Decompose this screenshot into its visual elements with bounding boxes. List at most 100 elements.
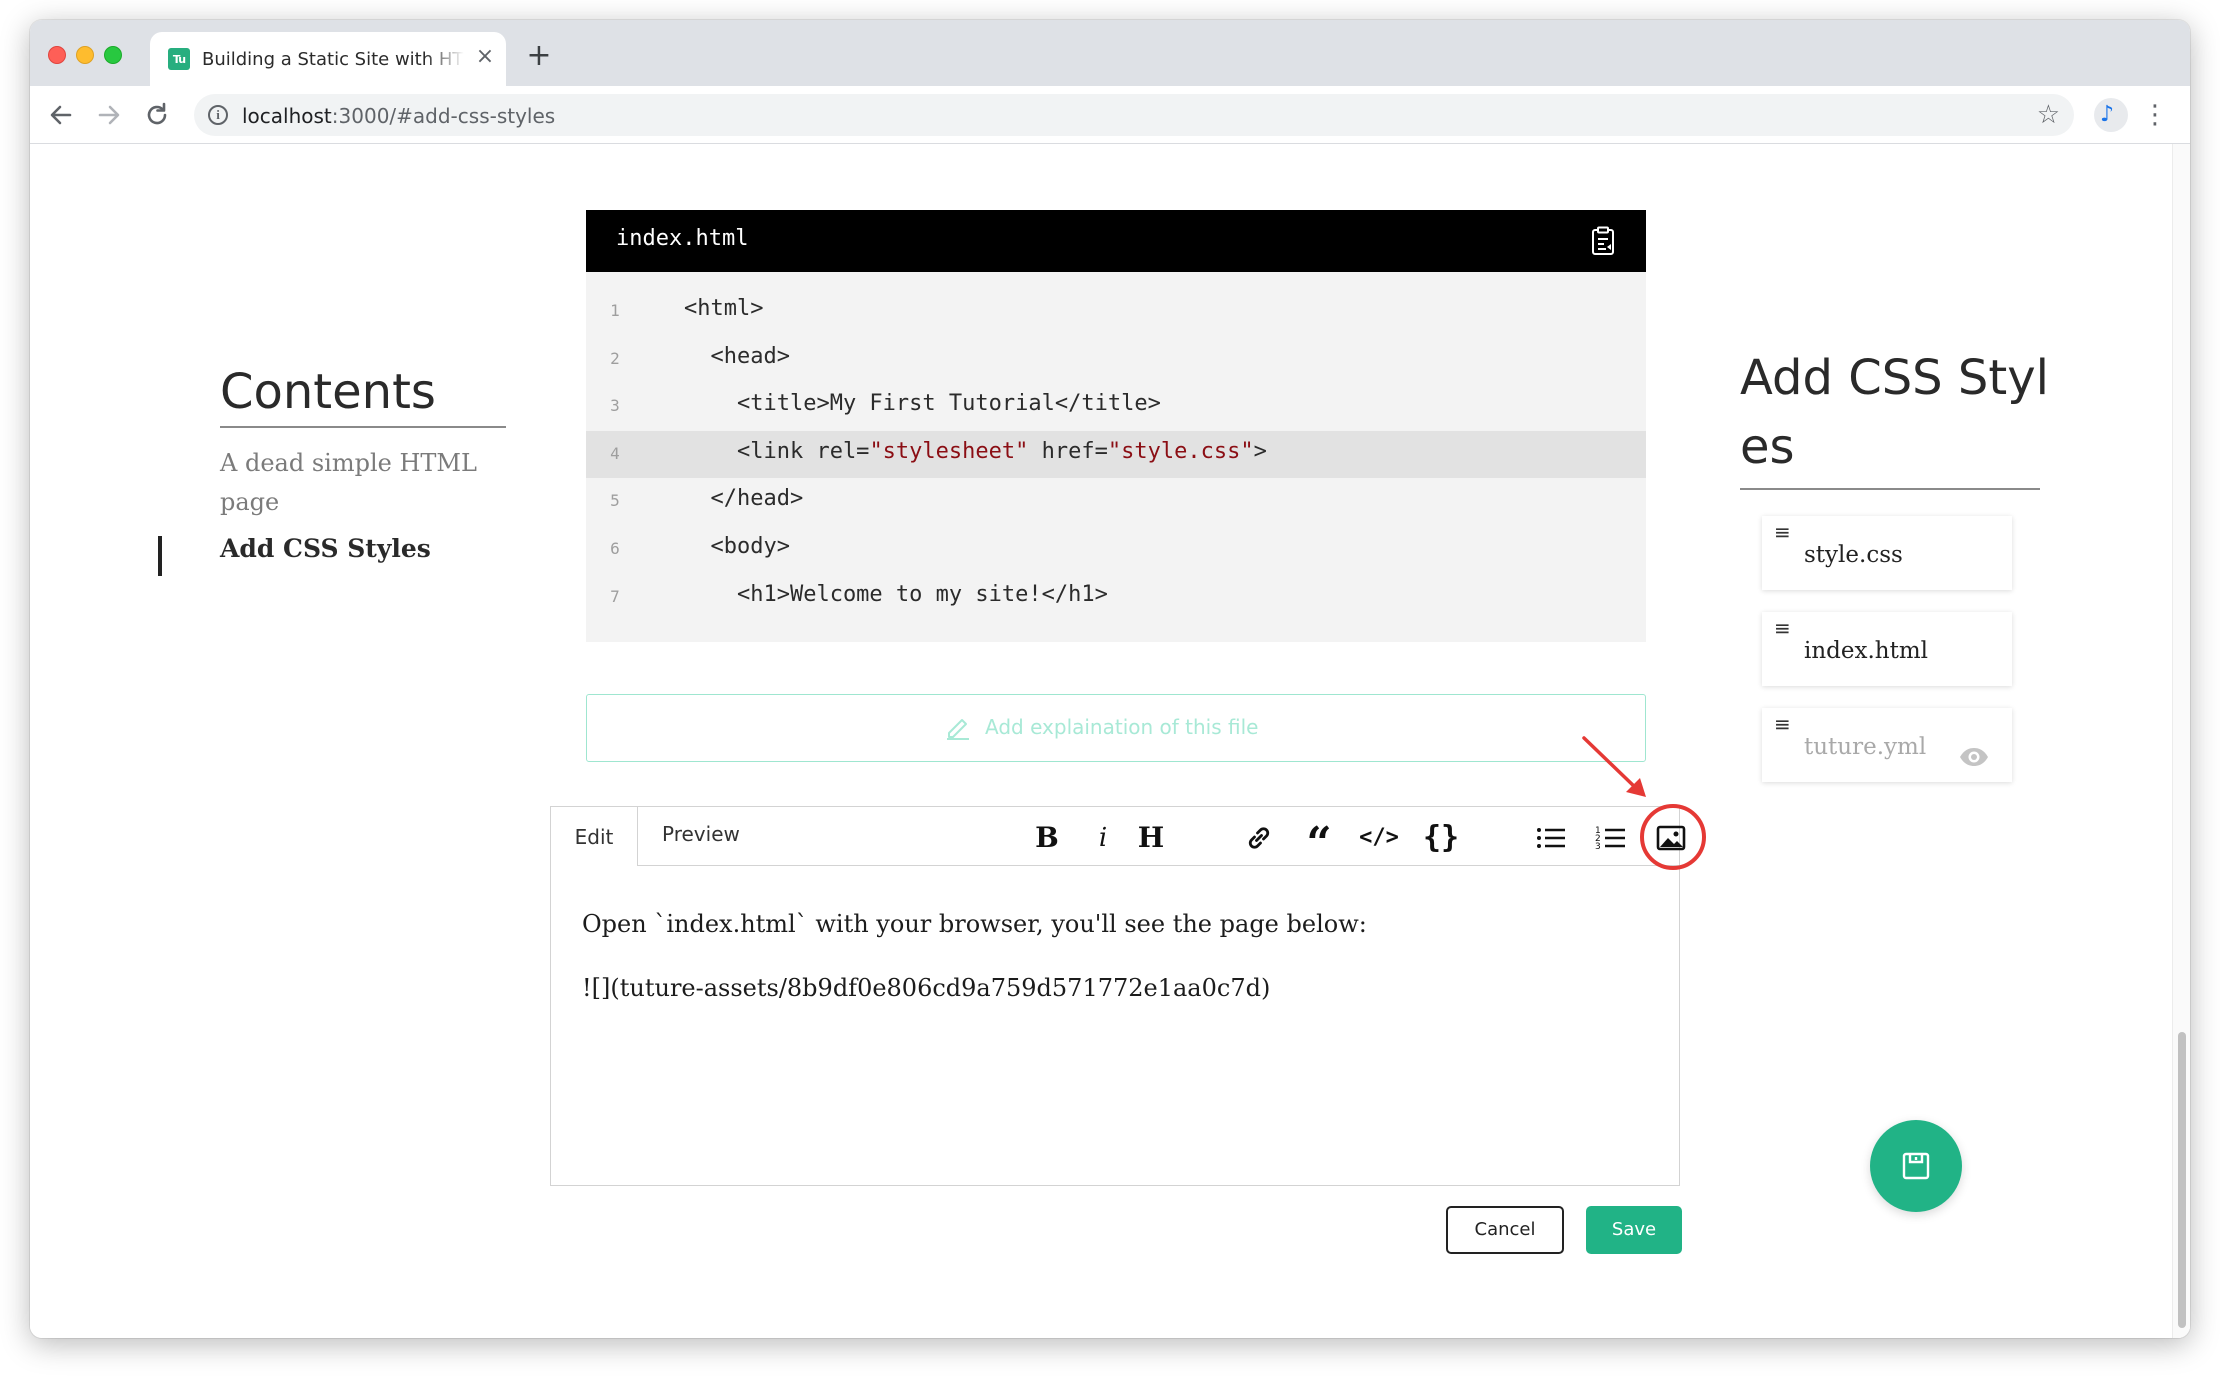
code-token: <html> [684, 296, 764, 321]
bookmark-star-icon[interactable]: ☆ [2037, 100, 2060, 130]
pencil-icon [943, 711, 973, 741]
code-token: > [1253, 438, 1267, 464]
browser-menu-icon[interactable]: ⋮ [2142, 100, 2168, 130]
file-name: tuture.yml [1804, 734, 1927, 760]
floating-save-button[interactable] [1870, 1120, 1962, 1212]
bulleted-list-icon [1537, 828, 1565, 848]
add-explanation-placeholder: Add explaination of this file [985, 715, 1259, 739]
italic-button[interactable]: i [1082, 814, 1124, 862]
profile-glyph: ♪ [2100, 102, 2115, 127]
bold-button[interactable]: B [1026, 814, 1068, 862]
file-card-style-css[interactable]: ≡ style.css [1762, 516, 2012, 590]
contents-divider [220, 426, 506, 428]
code-line: 2 <head> [586, 336, 1646, 384]
numbered-list-button[interactable]: 123 [1590, 814, 1632, 862]
cancel-button[interactable]: Cancel [1446, 1206, 1564, 1254]
file-card-tuture-yml[interactable]: ≡ tuture.yml [1762, 708, 2012, 782]
toc-item-add-css-styles[interactable]: Add CSS Styles [220, 534, 431, 563]
profile-avatar-icon[interactable]: ♪ [2094, 98, 2128, 132]
editor-line: Open `index.html` with your browser, you… [582, 910, 1367, 938]
line-number: 3 [610, 396, 620, 416]
window-maximize-button[interactable] [104, 46, 122, 64]
browser-tab[interactable]: Tu Building a Static Site with HTML × [150, 32, 506, 86]
code-line: 5 </head> [586, 478, 1646, 526]
code-line: 7 <h1>Welcome to my site!</h1> [586, 574, 1646, 622]
new-tab-button[interactable]: + [524, 41, 554, 72]
tab-strip: Tu Building a Static Site with HTML × + [30, 20, 2190, 86]
browser-toolbar: i localhost:3000/#add-css-styles ☆ ♪ ⋮ [30, 86, 2190, 144]
eye-icon[interactable] [1958, 746, 1990, 768]
code-token: <head> [684, 343, 790, 369]
code-token: <body> [684, 533, 790, 559]
close-tab-icon[interactable]: × [472, 44, 498, 70]
forward-arrow-icon[interactable] [92, 98, 126, 132]
add-explanation-box[interactable]: Add explaination of this file [586, 694, 1646, 762]
annotation-arrow-icon [1582, 736, 1646, 797]
code-string: "style.css" [1107, 438, 1254, 464]
code-token: </head> [684, 486, 804, 512]
code-text: <head> [684, 343, 790, 369]
save-disk-icon [1902, 1152, 1930, 1180]
step-files-divider [1740, 488, 2040, 490]
line-number: 5 [610, 491, 620, 511]
code-token: <title>My First Tutorial</title> [684, 391, 1161, 417]
back-arrow-icon[interactable] [44, 98, 78, 132]
toc-active-marker [158, 536, 162, 576]
code-token: <h1>Welcome to my site!</h1> [684, 581, 1108, 607]
code-line: 1 <html> [586, 288, 1646, 336]
browser-window: Tu Building a Static Site with HTML × + … [30, 20, 2190, 1338]
tab-preview[interactable]: Preview [662, 806, 740, 866]
code-text: <title>My First Tutorial</title> [684, 391, 1161, 416]
line-number: 7 [610, 586, 620, 606]
tab-edit[interactable]: Edit [550, 806, 638, 866]
code-line: 4 <link rel="stylesheet" href="style.css… [586, 430, 1646, 479]
code-text: </head> [684, 486, 803, 511]
window-minimize-button[interactable] [76, 46, 94, 64]
code-line: 6 <body> [586, 526, 1646, 574]
code-token: href= [1028, 438, 1108, 464]
link-icon [1248, 827, 1270, 849]
code-text: <h1>Welcome to my site!</h1> [684, 582, 1108, 607]
code-text: <body> [684, 533, 790, 559]
line-number: 2 [610, 348, 620, 368]
window-close-button[interactable] [48, 46, 66, 64]
bulleted-list-button[interactable] [1530, 814, 1572, 862]
scrollbar-thumb[interactable] [2178, 1032, 2186, 1328]
url-path: :3000/#add-css-styles [331, 104, 556, 128]
code-text: <link rel="stylesheet" href="style.css"> [684, 439, 1267, 464]
address-bar[interactable]: i localhost:3000/#add-css-styles ☆ [194, 94, 2074, 136]
toc-item-html-page[interactable]: A dead simple HTML page [220, 444, 510, 522]
site-info-icon[interactable]: i [208, 105, 228, 125]
markdown-textarea[interactable]: Open `index.html` with your browser, you… [582, 892, 1662, 1020]
save-button[interactable]: Save [1586, 1206, 1682, 1254]
url-text[interactable]: localhost:3000/#add-css-styles [242, 104, 555, 128]
copy-clipboard-icon[interactable] [1590, 226, 1618, 256]
quote-button[interactable]: “ [1298, 814, 1340, 869]
editor-line: ![](tuture-assets/8b9df0e806cd9a759d5717… [582, 974, 1271, 1002]
tab-title: Building a Static Site with HTML [202, 49, 464, 70]
heading-button[interactable]: H [1130, 814, 1172, 862]
page-viewport: Contents A dead simple HTML page Add CSS… [30, 144, 2190, 1338]
line-number: 6 [610, 538, 620, 558]
annotation-circle [1640, 804, 1706, 870]
link-button[interactable] [1238, 814, 1280, 862]
code-string: "stylesheet" [869, 438, 1029, 464]
step-files-heading: Add CSS Styles [1740, 350, 2049, 475]
drag-handle-icon[interactable]: ≡ [1774, 616, 1791, 640]
file-card-index-html[interactable]: ≡ index.html [1762, 612, 2012, 686]
code-body: 1 <html> 2 <head> 3 <title>My First Tutoria… [586, 272, 1646, 642]
code-token: <link rel= [684, 438, 870, 464]
code-text: <html> [684, 296, 763, 321]
tuture-favicon-icon: Tu [168, 48, 190, 70]
code-block-button[interactable]: {} [1420, 814, 1462, 862]
line-number: 4 [610, 443, 620, 463]
code-line: 3 <title>My First Tutorial</title> [586, 383, 1646, 431]
drag-handle-icon[interactable]: ≡ [1774, 520, 1791, 544]
page-scrollbar[interactable] [2172, 144, 2190, 1338]
editor-tabs-divider [638, 865, 1680, 866]
inline-code-button[interactable]: </> [1358, 814, 1400, 862]
file-name: index.html [1804, 638, 1929, 664]
reload-icon[interactable] [140, 98, 174, 132]
drag-handle-icon[interactable]: ≡ [1774, 712, 1791, 736]
code-filename: index.html [616, 226, 749, 251]
